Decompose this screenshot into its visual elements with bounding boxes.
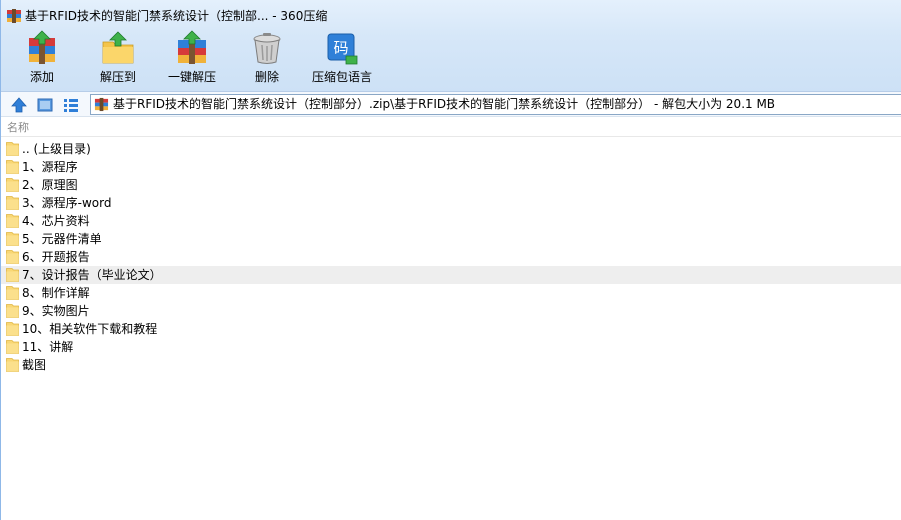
list-item[interactable]: 1、源程序 [1, 158, 901, 176]
add-archive-icon [29, 30, 55, 64]
path-text: 基于RFID技术的智能门禁系统设计（控制部分）.zip\基于RFID技术的智能门… [113, 97, 776, 111]
archive-language-icon: 码 [327, 33, 358, 65]
folder-icon [6, 178, 19, 192]
delete-trash-icon [253, 33, 281, 64]
one-click-extract-button-label: 一键解压 [167, 70, 216, 84]
list-item[interactable]: 10、相关软件下载和教程 [1, 320, 901, 338]
list-item-name: 1、源程序 [22, 160, 78, 174]
svg-text:码: 码 [333, 39, 348, 57]
folder-icon [6, 322, 19, 336]
address-bar: 基于RFID技术的智能门禁系统设计（控制部分）.zip\基于RFID技术的智能门… [1, 91, 901, 117]
list-item-name: 5、元器件清单 [22, 232, 102, 246]
extract-to-button-label: 解压到 [99, 70, 136, 84]
list-item-name: .. (上级目录) [22, 142, 91, 156]
list-item-name: 9、实物图片 [22, 304, 90, 318]
list-item[interactable]: 4、芯片资料 [1, 212, 901, 230]
folder-icon [6, 214, 19, 228]
list-item-name: 11、讲解 [22, 340, 74, 354]
path-field[interactable]: 基于RFID技术的智能门禁系统设计（控制部分）.zip\基于RFID技术的智能门… [90, 94, 901, 115]
folder-icon [6, 160, 19, 174]
list-item-name: 4、芯片资料 [22, 214, 90, 228]
column-header-name[interactable]: 名称 [7, 121, 29, 135]
archive-language-button-label: 压缩包语言 [311, 70, 372, 84]
add-button[interactable]: 添加 [19, 28, 65, 88]
folder-icon [6, 304, 19, 318]
app-window: 基于RFID技术的智能门禁系统设计（控制部... - 360压缩 添加 解压到 … [0, 0, 901, 520]
list-item[interactable]: 2、原理图 [1, 176, 901, 194]
archive-language-button[interactable]: 码 压缩包语言 [309, 28, 375, 88]
folder-icon [6, 142, 19, 156]
extract-to-icon [102, 31, 134, 64]
up-folder-arrow-icon[interactable] [10, 96, 28, 114]
folder-icon [6, 250, 19, 264]
delete-button-label: 删除 [254, 70, 279, 84]
list-item[interactable]: 5、元器件清单 [1, 230, 901, 248]
folder-icon [6, 196, 19, 210]
list-item[interactable]: 9、实物图片 [1, 302, 901, 320]
list-item[interactable]: 11、讲解 [1, 338, 901, 356]
title-bar[interactable]: 基于RFID技术的智能门禁系统设计（控制部... - 360压缩 [1, 0, 901, 30]
toolbar: 添加 解压到 一键解压 删除 码 压缩包语言 [1, 28, 901, 90]
parent-directory-row[interactable]: .. (上级目录) [1, 140, 901, 158]
list-item-name: 截图 [22, 358, 47, 372]
folder-icon [6, 286, 19, 300]
list-view-icon[interactable] [62, 96, 80, 114]
list-item[interactable]: 3、源程序-word [1, 194, 901, 212]
app-archive-icon [7, 9, 21, 23]
list-item-name: 3、源程序-word [22, 196, 112, 210]
window-title: 基于RFID技术的智能门禁系统设计（控制部... - 360压缩 [25, 9, 328, 23]
list-item-name: 8、制作详解 [22, 286, 90, 300]
folder-icon [6, 232, 19, 246]
add-button-label: 添加 [29, 70, 54, 84]
list-item-name: 6、开题报告 [22, 250, 90, 264]
archive-path-icon [94, 97, 109, 112]
folder-icon [6, 340, 19, 354]
extract-to-button[interactable]: 解压到 [95, 28, 141, 88]
column-header: 名称 [1, 119, 901, 137]
list-item[interactable]: 截图 [1, 356, 901, 374]
list-item[interactable]: 8、制作详解 [1, 284, 901, 302]
delete-button[interactable]: 删除 [244, 28, 290, 88]
file-list: .. (上级目录) 1、源程序 2、原理图 3、源程序-word 4、芯片资料 5、元器件… [1, 140, 901, 374]
top-area: 基于RFID技术的智能门禁系统设计（控制部... - 360压缩 添加 解压到 … [1, 0, 901, 91]
one-click-extract-button[interactable]: 一键解压 [165, 28, 219, 88]
one-click-extract-icon [178, 30, 206, 64]
list-item[interactable]: 6、开题报告 [1, 248, 901, 266]
list-item[interactable]: 7、设计报告（毕业论文） [1, 266, 901, 284]
folder-icon [6, 268, 19, 282]
folder-icon [6, 358, 19, 372]
list-item-name: 2、原理图 [22, 178, 78, 192]
list-item-name: 10、相关软件下载和教程 [22, 322, 158, 336]
list-item-name: 7、设计报告（毕业论文） [22, 268, 162, 282]
large-icon-view-icon[interactable] [36, 96, 54, 114]
